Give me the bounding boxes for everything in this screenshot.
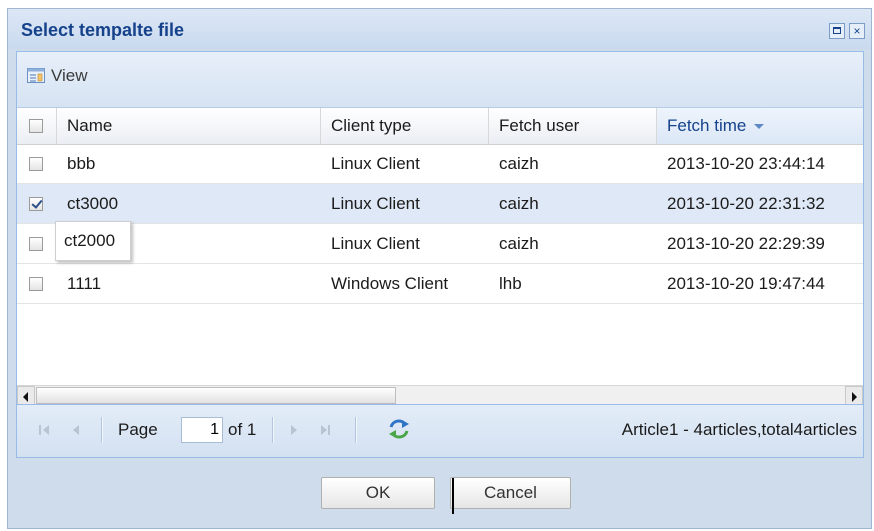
cell-client-type: Linux Client bbox=[331, 154, 420, 173]
grid-toolbar: View bbox=[17, 52, 863, 108]
column-header-fetch-time[interactable]: Fetch time bbox=[657, 108, 863, 144]
column-header-client-type[interactable]: Client type bbox=[321, 108, 489, 144]
view-icon bbox=[27, 68, 47, 84]
table-row[interactable]: 1111 Windows Client lhb 2013-10-20 19:47… bbox=[17, 264, 863, 304]
dialog-title: Select tempalte file bbox=[21, 20, 185, 40]
table-row[interactable]: bbb Linux Client caizh 2013-10-20 23:44:… bbox=[17, 144, 863, 184]
pager-separator bbox=[101, 417, 103, 443]
text-cursor bbox=[452, 478, 454, 514]
cell-client-type: Linux Client bbox=[331, 234, 420, 253]
select-template-dialog: Select tempalte file × View Name Client … bbox=[7, 8, 872, 529]
cancel-button[interactable]: Cancel bbox=[450, 477, 571, 509]
pager-separator bbox=[355, 417, 357, 443]
cell-fetch-time: 2013-10-20 19:47:44 bbox=[667, 274, 825, 293]
sort-descending-icon bbox=[754, 124, 765, 130]
table-row[interactable]: Linux Client caizh 2013-10-20 22:29:39 bbox=[17, 224, 863, 264]
first-page-icon[interactable] bbox=[39, 423, 53, 437]
cell-fetch-user: caizh bbox=[499, 154, 539, 173]
last-page-icon[interactable] bbox=[319, 423, 333, 437]
row-checkbox[interactable] bbox=[29, 237, 43, 251]
cell-fetch-time: 2013-10-20 22:31:32 bbox=[667, 194, 825, 213]
page-number-input[interactable] bbox=[181, 417, 223, 443]
scroll-right-icon[interactable] bbox=[845, 386, 863, 406]
dialog-titlebar[interactable]: Select tempalte file × bbox=[8, 9, 871, 49]
cell-client-type: Windows Client bbox=[331, 274, 449, 293]
name-cell-tooltip: ct2000 bbox=[55, 221, 131, 261]
cell-name: ct3000 bbox=[67, 194, 119, 213]
table-row[interactable]: ct3000 Linux Client caizh 2013-10-20 22:… bbox=[17, 184, 863, 224]
row-checkbox[interactable] bbox=[29, 157, 43, 171]
cell-client-type: Linux Client bbox=[331, 194, 420, 213]
select-all-column bbox=[17, 108, 57, 144]
row-checkbox[interactable] bbox=[29, 277, 43, 291]
scrollbar-thumb[interactable] bbox=[36, 387, 396, 404]
column-label-fetch-user: Fetch user bbox=[499, 116, 580, 135]
previous-page-icon[interactable] bbox=[69, 423, 83, 437]
close-icon[interactable]: × bbox=[849, 23, 865, 39]
column-header-fetch-user[interactable]: Fetch user bbox=[489, 108, 657, 144]
select-all-checkbox[interactable] bbox=[29, 119, 43, 133]
column-label-fetch-time: Fetch time bbox=[667, 116, 747, 135]
cell-fetch-user: caizh bbox=[499, 234, 539, 253]
scroll-left-icon[interactable] bbox=[17, 386, 35, 406]
page-label: Page bbox=[118, 420, 158, 439]
maximize-icon[interactable] bbox=[829, 23, 845, 39]
cell-name: 1111 bbox=[67, 274, 102, 293]
view-button[interactable]: View bbox=[27, 66, 88, 86]
column-label-name: Name bbox=[67, 116, 113, 135]
cell-fetch-time: 2013-10-20 23:44:14 bbox=[667, 154, 825, 173]
tooltip-text: ct2000 bbox=[64, 231, 116, 250]
cell-name: bbb bbox=[67, 154, 96, 173]
cell-fetch-user: caizh bbox=[499, 194, 539, 213]
template-grid-panel: View Name Client type Fetch user Fetch t… bbox=[16, 51, 864, 458]
cell-fetch-user: lhb bbox=[499, 274, 522, 293]
refresh-icon[interactable] bbox=[387, 418, 411, 445]
column-header-name[interactable]: Name bbox=[57, 108, 321, 144]
horizontal-scrollbar[interactable] bbox=[17, 385, 863, 406]
pager-separator bbox=[272, 417, 274, 443]
column-label-client-type: Client type bbox=[331, 116, 412, 135]
paging-info: Article1 - 4articles,total4articles bbox=[621, 420, 857, 439]
view-button-label: View bbox=[51, 66, 88, 85]
next-page-icon[interactable] bbox=[287, 423, 301, 437]
ok-button[interactable]: OK bbox=[321, 477, 435, 509]
cell-fetch-time: 2013-10-20 22:29:39 bbox=[667, 234, 825, 253]
grid-header: Name Client type Fetch user Fetch time bbox=[17, 108, 863, 145]
page-count-label: of 1 bbox=[228, 420, 257, 439]
row-checkbox[interactable] bbox=[29, 197, 43, 211]
paging-toolbar: Page of 1 Article1 - 4articles,total4art… bbox=[17, 404, 863, 457]
